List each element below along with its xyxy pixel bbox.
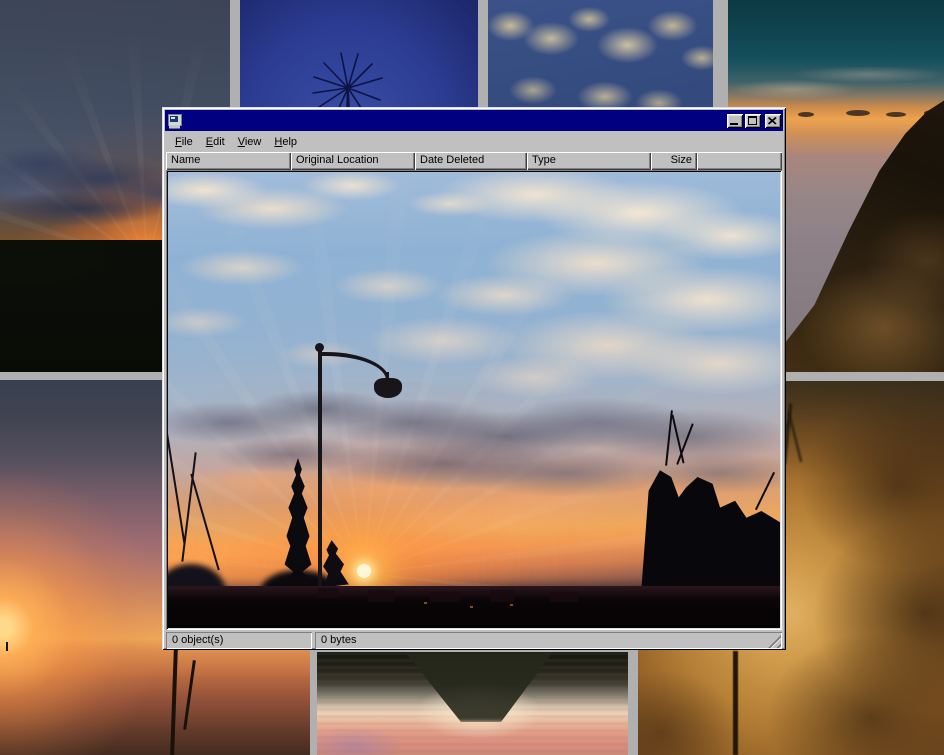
building-silhouette <box>490 590 514 602</box>
minimize-button[interactable] <box>727 114 743 128</box>
computer-icon <box>167 113 183 129</box>
menu-help[interactable]: Help <box>268 133 303 151</box>
status-bar: 0 object(s) 0 bytes <box>166 632 782 649</box>
building-silhouette <box>318 588 338 598</box>
building-silhouette <box>368 590 394 602</box>
window-light <box>424 602 427 604</box>
column-header-type[interactable]: Type <box>527 152 651 170</box>
window-titlebar[interactable] <box>165 110 783 131</box>
column-header-filler <box>697 152 782 170</box>
menu-file[interactable]: File <box>169 133 199 151</box>
resize-grip-icon[interactable] <box>768 635 781 648</box>
window-controls <box>727 114 781 128</box>
cityscape-ground <box>168 586 780 628</box>
menu-bar: File Edit View Help <box>165 131 783 152</box>
close-icon <box>768 117 777 125</box>
building-silhouette <box>430 592 460 602</box>
column-header-size[interactable]: Size <box>651 152 697 170</box>
status-bytes: 0 bytes <box>321 634 356 646</box>
water-pole <box>183 660 196 730</box>
status-objects: 0 object(s) <box>166 632 312 649</box>
lamppost-finial <box>315 343 324 352</box>
water-pole <box>170 648 178 755</box>
maximize-icon <box>748 116 757 125</box>
building-silhouette <box>550 592 578 602</box>
file-list-area[interactable] <box>166 170 782 630</box>
status-bytes-panel: 0 bytes <box>315 632 782 649</box>
menu-edit[interactable]: Edit <box>200 133 231 151</box>
island-silhouette <box>846 110 870 116</box>
bokeh-pole <box>733 651 738 755</box>
screen-shape <box>170 116 178 122</box>
island-silhouette <box>798 112 814 117</box>
minimize-icon <box>730 123 738 125</box>
base-shape <box>169 125 180 129</box>
desktop[interactable]: File Edit View Help Name Original Locati… <box>0 0 944 755</box>
window-light <box>510 604 513 606</box>
setting-sun <box>357 564 371 578</box>
client-photo-lamppost-sunset <box>168 172 780 628</box>
column-header-row: Name Original Location Date Deleted Type… <box>166 152 782 170</box>
column-header-name[interactable]: Name <box>166 152 291 170</box>
lamppost-head <box>374 378 402 398</box>
column-header-original-location[interactable]: Original Location <box>291 152 415 170</box>
tree-reflection <box>377 652 577 722</box>
lamppost-pole <box>318 350 322 590</box>
wallpaper-photo-water-reflection <box>317 652 628 755</box>
menu-view[interactable]: View <box>232 133 268 151</box>
window-light <box>470 606 473 608</box>
column-header-date-deleted[interactable]: Date Deleted <box>415 152 527 170</box>
maximize-button[interactable] <box>745 114 761 128</box>
water-pole-small <box>6 642 8 651</box>
close-button[interactable] <box>765 114 781 128</box>
island-silhouette <box>886 112 906 117</box>
recycle-bin-window: File Edit View Help Name Original Locati… <box>162 107 786 650</box>
